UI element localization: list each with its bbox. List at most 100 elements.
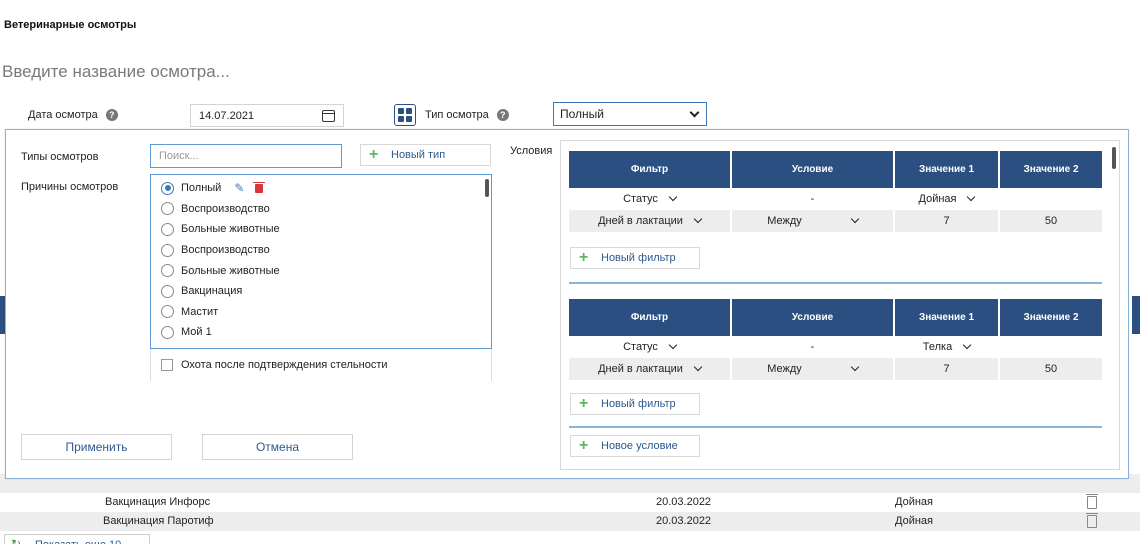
apply-button[interactable]: Применить bbox=[21, 434, 172, 460]
list-item[interactable]: Воспроизводство bbox=[151, 199, 491, 220]
condition-select[interactable]: Между bbox=[767, 214, 860, 227]
radio-selected[interactable] bbox=[161, 181, 174, 195]
radio[interactable] bbox=[161, 284, 174, 298]
trash-icon[interactable] bbox=[253, 181, 266, 193]
reason-label: Воспроизводство bbox=[181, 202, 270, 215]
conditions-panel: Фильтр Условие Значение 1 Значение 2 Ста… bbox=[560, 140, 1120, 470]
reason-label: Воспроизводство bbox=[181, 244, 270, 257]
condition-value: - bbox=[730, 336, 894, 358]
exam-type-select[interactable]: Полный bbox=[553, 102, 707, 126]
value1-select[interactable]: Дойная bbox=[919, 192, 976, 205]
help-icon[interactable]: ? bbox=[105, 109, 118, 121]
row-date: 20.03.2022 bbox=[656, 496, 712, 508]
exam-reasons-list[interactable]: Полный ✎ Воспроизводство Больные животны… bbox=[150, 174, 492, 349]
plus-icon: + bbox=[579, 395, 589, 412]
value2[interactable]: 50 bbox=[998, 210, 1102, 232]
chevron-down-icon bbox=[850, 214, 860, 224]
new-filter-label: Новый фильтр bbox=[601, 398, 676, 410]
row-name: Вакцинация Паротиф bbox=[103, 515, 214, 527]
reason-label: Больные животные bbox=[181, 223, 280, 236]
plus-icon: + bbox=[579, 249, 589, 266]
exam-type-label: Тип осмотра bbox=[425, 109, 489, 121]
chevron-down-icon bbox=[693, 362, 703, 372]
exam-date-value: 14.07.2021 bbox=[199, 109, 255, 122]
trash-icon[interactable] bbox=[1086, 494, 1098, 509]
radio[interactable] bbox=[161, 243, 174, 257]
pregnancy-heat-checkbox-row[interactable]: Охота после подтверждения стельности bbox=[150, 349, 492, 381]
scrollbar[interactable] bbox=[485, 179, 489, 197]
scrollbar[interactable] bbox=[1112, 147, 1116, 169]
filter-table: Фильтр Условие Значение 1 Значение 2 Ста… bbox=[569, 299, 1102, 380]
cancel-button[interactable]: Отмена bbox=[202, 434, 353, 460]
table-row: Дней в лактации Между 7 50 bbox=[569, 358, 1102, 380]
column-header: Значение 1 bbox=[893, 299, 999, 336]
group-divider bbox=[569, 282, 1102, 284]
new-filter-label: Новый фильтр bbox=[601, 252, 676, 264]
calendar-icon[interactable] bbox=[322, 109, 335, 122]
chevron-down-icon bbox=[850, 362, 860, 372]
exam-type-settings-icon[interactable] bbox=[394, 104, 416, 126]
list-item[interactable]: Вакцинация bbox=[151, 281, 491, 302]
new-filter-button[interactable]: + Новый фильтр bbox=[570, 247, 700, 269]
new-filter-button[interactable]: + Новый фильтр bbox=[570, 393, 700, 415]
exam-types-label: Типы осмотров bbox=[21, 151, 99, 163]
list-item[interactable]: Больные животные bbox=[151, 219, 491, 240]
condition-select[interactable]: Между bbox=[767, 362, 860, 375]
chevron-down-icon bbox=[693, 214, 703, 224]
filter-select[interactable]: Статус bbox=[623, 340, 678, 353]
column-header: Фильтр bbox=[569, 151, 731, 188]
column-header: Значение 2 bbox=[998, 151, 1102, 188]
new-condition-label: Новое условие bbox=[601, 440, 678, 452]
exam-type-search-input[interactable] bbox=[150, 144, 342, 168]
chevron-down-icon bbox=[668, 340, 678, 350]
value1[interactable]: 7 bbox=[893, 358, 999, 380]
exam-date-field[interactable]: 14.07.2021 bbox=[190, 104, 344, 127]
list-item[interactable]: Воспроизводство bbox=[151, 240, 491, 261]
list-item[interactable]: Больные животные bbox=[151, 260, 491, 281]
reason-label: Полный bbox=[181, 182, 222, 195]
group-divider bbox=[569, 426, 1102, 428]
exam-name-input[interactable] bbox=[2, 62, 602, 82]
plus-icon: + bbox=[579, 437, 589, 454]
row-status: Дойная bbox=[895, 496, 933, 508]
help-icon[interactable]: ? bbox=[496, 109, 509, 121]
reason-label: Вакцинация bbox=[181, 285, 243, 298]
reason-label: Мой 1 bbox=[181, 326, 212, 339]
column-header: Условие bbox=[730, 299, 894, 336]
row-name: Вакцинация Инфорс bbox=[105, 496, 211, 508]
table-row: Статус - Дойная bbox=[569, 188, 1102, 210]
radio[interactable] bbox=[161, 325, 174, 339]
background-table: Вакцинация Инфорс 20.03.2022 Дойная Вакц… bbox=[0, 474, 1140, 531]
value1-select[interactable]: Телка bbox=[923, 340, 972, 353]
filter-select[interactable]: Статус bbox=[623, 192, 678, 205]
value1[interactable]: 7 bbox=[893, 210, 999, 232]
chevron-down-icon bbox=[962, 340, 972, 350]
chevron-down-icon bbox=[689, 107, 700, 117]
list-item[interactable]: Мой 1 bbox=[151, 322, 491, 343]
row-date: 20.03.2022 bbox=[656, 515, 712, 527]
trash-icon[interactable] bbox=[1086, 513, 1098, 528]
column-header: Значение 2 bbox=[998, 299, 1102, 336]
checkbox[interactable] bbox=[161, 359, 173, 371]
value2[interactable]: 50 bbox=[998, 358, 1102, 380]
new-type-label: Новый тип bbox=[391, 149, 446, 161]
filter-select[interactable]: Дней в лактации bbox=[598, 362, 703, 375]
radio[interactable] bbox=[161, 202, 174, 216]
column-header: Фильтр bbox=[569, 299, 731, 336]
radio[interactable] bbox=[161, 305, 174, 319]
column-header: Значение 1 bbox=[893, 151, 999, 188]
table-row: Вакцинация Инфорс 20.03.2022 Дойная bbox=[0, 493, 1140, 512]
exam-date-label-wrap: Дата осмотра ? bbox=[28, 109, 118, 121]
new-type-button[interactable]: + Новый тип bbox=[360, 144, 491, 166]
show-more-button[interactable]: Показать еще 10 bbox=[4, 534, 150, 544]
filter-select[interactable]: Дней в лактации bbox=[598, 214, 703, 227]
pencil-icon[interactable]: ✎ bbox=[234, 181, 244, 195]
radio[interactable] bbox=[161, 222, 174, 236]
exam-date-label: Дата осмотра bbox=[28, 109, 98, 121]
new-condition-button[interactable]: + Новое условие bbox=[570, 435, 700, 457]
radio[interactable] bbox=[161, 264, 174, 278]
list-item[interactable]: Мастит bbox=[151, 302, 491, 323]
condition-value: - bbox=[730, 188, 894, 210]
value2 bbox=[998, 188, 1102, 210]
list-item[interactable]: Полный ✎ bbox=[151, 178, 491, 199]
